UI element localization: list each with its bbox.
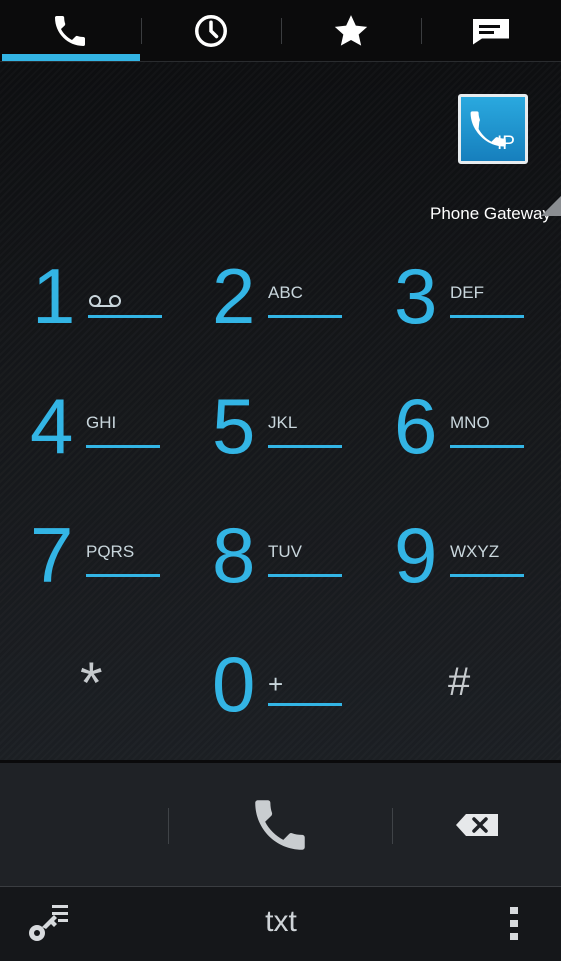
key-digit: 5 — [212, 382, 256, 470]
key-letters: ABC — [268, 283, 303, 302]
ip-label: IP — [497, 133, 515, 154]
key-6[interactable]: 6 MNO — [394, 387, 544, 497]
key-letters: JKL — [268, 413, 298, 432]
key-digit: 8 — [212, 511, 256, 599]
star-icon — [334, 14, 368, 46]
key-letters: PQRS — [86, 542, 135, 561]
spinner-arrow-icon[interactable] — [541, 196, 561, 216]
action-row — [0, 760, 561, 889]
key-underline — [86, 574, 160, 577]
active-tab-indicator — [2, 54, 140, 61]
key-digit: 6 — [394, 382, 438, 470]
key-underline — [450, 574, 524, 577]
key-0[interactable]: 0 + — [212, 645, 362, 755]
key-8[interactable]: 8 TUV — [212, 516, 362, 626]
tab-call-log[interactable] — [141, 0, 281, 61]
txt-button[interactable]: txt — [240, 905, 322, 945]
phone-icon — [55, 15, 85, 46]
tab-bar — [0, 0, 561, 62]
message-icon — [473, 18, 509, 44]
key-digit: 2 — [212, 252, 256, 340]
key-star[interactable]: * — [80, 650, 140, 760]
star-symbol: * — [80, 651, 103, 716]
key-letters: MNO — [450, 413, 490, 432]
speed-dial-button[interactable] — [20, 897, 76, 951]
key-underline — [268, 703, 342, 706]
key-5[interactable]: 5 JKL — [212, 387, 362, 497]
key-digit: 7 — [30, 511, 74, 599]
key-digit: 0 — [212, 640, 256, 728]
backspace-button[interactable] — [393, 763, 561, 886]
key-underline — [268, 574, 342, 577]
key-digit: 1 — [32, 252, 76, 340]
call-icon — [255, 799, 305, 850]
key-digit: 4 — [30, 382, 74, 470]
gateway-label: Phone Gateway — [430, 204, 551, 223]
key-letters: + — [268, 669, 284, 699]
key-digit: 3 — [394, 252, 438, 340]
key-letters: GHI — [86, 413, 117, 432]
key-underline — [268, 445, 342, 448]
key-9[interactable]: 9 WXYZ — [394, 516, 544, 626]
key-underline — [450, 315, 524, 318]
key-3[interactable]: 3 DEF — [394, 257, 544, 367]
tab-messages[interactable] — [421, 0, 561, 61]
tab-dialer[interactable] — [0, 0, 140, 61]
hash-symbol: # — [448, 660, 471, 704]
key-4[interactable]: 4 GHI — [30, 387, 180, 497]
ip-gateway-icon[interactable]: IP — [458, 94, 528, 164]
key-underline — [268, 315, 342, 318]
key-2[interactable]: 2 ABC — [212, 257, 362, 367]
backspace-icon — [456, 813, 498, 836]
key-list-icon — [29, 905, 68, 941]
key-1[interactable]: 1 — [32, 257, 182, 367]
key-letters: WXYZ — [450, 542, 500, 561]
voicemail-icon — [89, 295, 121, 307]
key-hash[interactable]: # — [448, 660, 508, 770]
call-button[interactable] — [169, 763, 391, 886]
overflow-menu-icon — [510, 907, 518, 940]
key-letters: DEF — [450, 283, 484, 302]
key-underline — [88, 315, 162, 318]
key-digit: 9 — [394, 511, 438, 599]
key-letters: TUV — [268, 542, 302, 561]
key-underline — [450, 445, 524, 448]
overflow-menu-button[interactable] — [498, 901, 530, 947]
key-7[interactable]: 7 PQRS — [30, 516, 180, 626]
bottom-bar: txt — [0, 886, 561, 961]
key-underline — [86, 445, 160, 448]
tab-favorites[interactable] — [281, 0, 421, 61]
clock-icon — [195, 14, 227, 47]
